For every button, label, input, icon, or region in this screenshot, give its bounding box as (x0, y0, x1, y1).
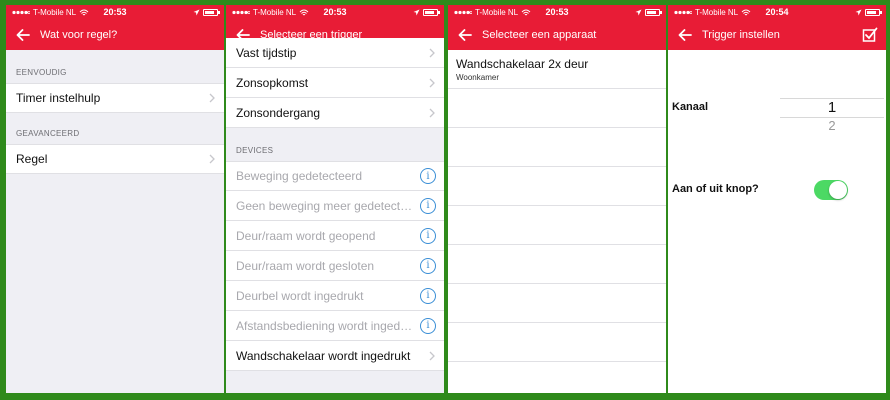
nav-bar: Selecteer een apparaat (448, 20, 666, 50)
screen-select-trigger: T-Mobile NL 20:53 Selecteer een trigger … (226, 5, 444, 393)
info-icon[interactable]: i (420, 197, 436, 214)
back-button[interactable] (6, 20, 40, 50)
battery-icon (423, 9, 440, 16)
channel-setting: Kanaal 1 2 (668, 98, 886, 138)
signal-dots-icon (232, 10, 250, 15)
list-item-door-closed[interactable]: Deur/raam wordt gesloten i (226, 251, 444, 281)
section-header-advanced: GEAVANCEERD (16, 129, 80, 138)
arrow-left-icon (678, 29, 692, 41)
list-item-empty (448, 323, 666, 362)
list-item-empty (448, 89, 666, 128)
list-item-doorbell[interactable]: Deurbel wordt ingedrukt i (226, 281, 444, 311)
list-item-empty (448, 245, 666, 284)
wifi-icon (521, 9, 531, 15)
info-icon[interactable]: i (420, 227, 436, 244)
info-icon[interactable]: i (420, 168, 436, 184)
wifi-icon (79, 9, 89, 15)
signal-dots-icon (12, 10, 30, 15)
list-item-device[interactable]: Wandschakelaar 2x deur Woonkamer (448, 50, 666, 89)
signal-dots-icon (674, 10, 692, 15)
info-icon[interactable]: i (420, 257, 436, 274)
nav-bar: Wat voor regel? (6, 20, 224, 50)
nav-bar: Trigger instellen (668, 20, 886, 50)
chevron-right-icon (429, 48, 435, 57)
location-arrow-icon (635, 9, 642, 16)
list-item-motion-detected[interactable]: Beweging gedetecteerd i (226, 161, 444, 191)
chevron-right-icon (429, 78, 435, 87)
list-item-empty (448, 206, 666, 245)
status-time: 20:53 (103, 7, 127, 17)
list-item-door-opened[interactable]: Deur/raam wordt geopend i (226, 221, 444, 251)
status-bar: T-Mobile NL 20:53 (226, 5, 444, 20)
chevron-right-icon (429, 351, 435, 360)
battery-icon (865, 9, 882, 16)
back-button[interactable] (668, 20, 702, 50)
signal-dots-icon (454, 10, 472, 15)
section-header-simple: EENVOUDIG (16, 68, 67, 77)
carrier-name: T-Mobile NL (475, 8, 519, 17)
battery-icon (203, 9, 220, 16)
status-time: 20:53 (323, 7, 347, 17)
list-item-fixed-time[interactable]: Vast tijdstip (226, 38, 444, 68)
location-arrow-icon (413, 9, 420, 16)
battery-icon (645, 9, 662, 16)
arrow-left-icon (458, 29, 472, 41)
location-arrow-icon (855, 9, 862, 16)
location-arrow-icon (193, 9, 200, 16)
toggle-label: Aan of uit knop? (672, 183, 759, 195)
page-title: Selecteer een apparaat (482, 29, 597, 41)
checkbox-check-icon[interactable] (862, 27, 878, 43)
section-header-devices: DEVICES (236, 146, 274, 155)
page-title: Trigger instellen (702, 29, 780, 41)
info-icon[interactable]: i (420, 287, 436, 304)
channel-selected-value: 1 (827, 99, 837, 116)
list-item-remote[interactable]: Afstandsbediening wordt ingedrukt i (226, 311, 444, 341)
screen-rule-type: T-Mobile NL 20:53 Wat voor regel? EENVOU… (6, 5, 224, 393)
status-time: 20:54 (765, 7, 789, 17)
device-name: Wandschakelaar 2x deur (456, 57, 589, 71)
screen-select-device: T-Mobile NL 20:53 Selecteer een apparaat… (448, 5, 666, 393)
list-item-rule[interactable]: Regel (6, 144, 224, 174)
trigger-list: Vast tijdstip Zonsopkomst Zonsondergang … (226, 38, 444, 371)
status-bar: T-Mobile NL 20:54 (668, 5, 886, 20)
list-item-wall-switch[interactable]: Wandschakelaar wordt ingedrukt (226, 341, 444, 371)
wifi-icon (741, 9, 751, 15)
list-item-sunset[interactable]: Zonsondergang (226, 98, 444, 128)
status-bar: T-Mobile NL 20:53 (448, 5, 666, 20)
list-item-empty (448, 128, 666, 167)
carrier-name: T-Mobile NL (33, 8, 77, 17)
list-item-empty (448, 167, 666, 206)
back-button[interactable] (448, 20, 482, 50)
status-time: 20:53 (545, 7, 569, 17)
page-title: Wat voor regel? (40, 29, 118, 41)
chevron-right-icon (209, 93, 215, 103)
list-item-sunrise[interactable]: Zonsopkomst (226, 68, 444, 98)
channel-picker[interactable]: 1 2 (780, 98, 884, 138)
on-off-toggle[interactable] (814, 180, 848, 200)
carrier-name: T-Mobile NL (253, 8, 297, 17)
list-item-empty (448, 284, 666, 323)
wifi-icon (299, 9, 309, 15)
device-list: Wandschakelaar 2x deur Woonkamer (448, 50, 666, 362)
channel-next-value: 2 (828, 118, 836, 133)
on-off-setting: Aan of uit knop? (668, 178, 886, 202)
channel-label: Kanaal (672, 101, 709, 113)
list-item-no-motion[interactable]: Geen beweging meer gedetecteerd i (226, 191, 444, 221)
screen-trigger-settings: T-Mobile NL 20:54 Trigger instellen Kana… (668, 5, 886, 393)
chevron-right-icon (209, 154, 215, 164)
list-item-timer-wizard[interactable]: Timer instelhulp (6, 83, 224, 113)
chevron-right-icon (429, 108, 435, 117)
device-room: Woonkamer (456, 73, 499, 82)
status-bar: T-Mobile NL 20:53 (6, 5, 224, 20)
carrier-name: T-Mobile NL (695, 8, 739, 17)
info-icon[interactable]: i (420, 317, 436, 334)
arrow-left-icon (16, 29, 30, 41)
